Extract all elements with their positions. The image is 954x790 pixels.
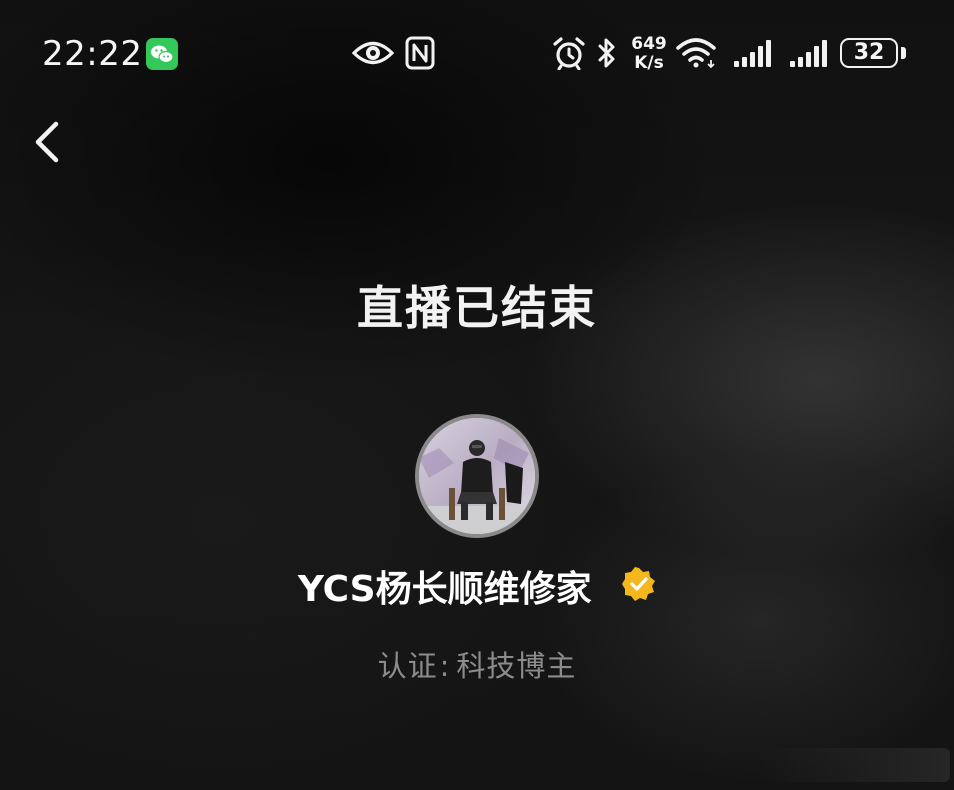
- verified-badge-icon: [622, 567, 656, 601]
- signal-icon: [790, 40, 827, 67]
- battery-tip: [901, 47, 906, 59]
- back-button[interactable]: [22, 112, 78, 172]
- avatar-image: [419, 418, 535, 534]
- watermark: [760, 748, 950, 782]
- battery-icon: 32: [840, 38, 898, 68]
- network-speed-value: 649: [631, 34, 667, 54]
- status-bar: 22:22 649 K/s 32: [0, 0, 954, 100]
- bluetooth-icon: [598, 38, 615, 68]
- avatar[interactable]: [415, 414, 539, 538]
- battery-level: 32: [853, 40, 885, 65]
- cert-value: 科技博主: [456, 649, 577, 683]
- status-time: 22:22: [42, 34, 143, 74]
- eye-icon: [352, 41, 394, 65]
- live-ended-screen: 22:22 649 K/s 32 直播已结束 YCS杨长顺维修家 认证: 科技博…: [0, 0, 954, 790]
- network-speed-unit: K/s: [634, 53, 664, 73]
- cert-label: 认证: [377, 649, 438, 683]
- streamer-name-row: YCS杨长顺维修家: [0, 560, 954, 612]
- nfc-icon: [405, 36, 435, 70]
- streamer-name[interactable]: YCS杨长顺维修家: [298, 569, 592, 610]
- cert-separator: :: [439, 649, 451, 683]
- wechat-icon: [146, 38, 178, 70]
- certification: 认证: 科技博主: [0, 643, 954, 685]
- signal-icon: [734, 40, 771, 67]
- alarm-icon: [553, 37, 585, 70]
- network-speed: 649 K/s: [630, 35, 668, 73]
- wifi-icon: [676, 38, 716, 69]
- live-ended-title: 直播已结束: [357, 281, 597, 335]
- chevron-left-icon: [35, 121, 59, 163]
